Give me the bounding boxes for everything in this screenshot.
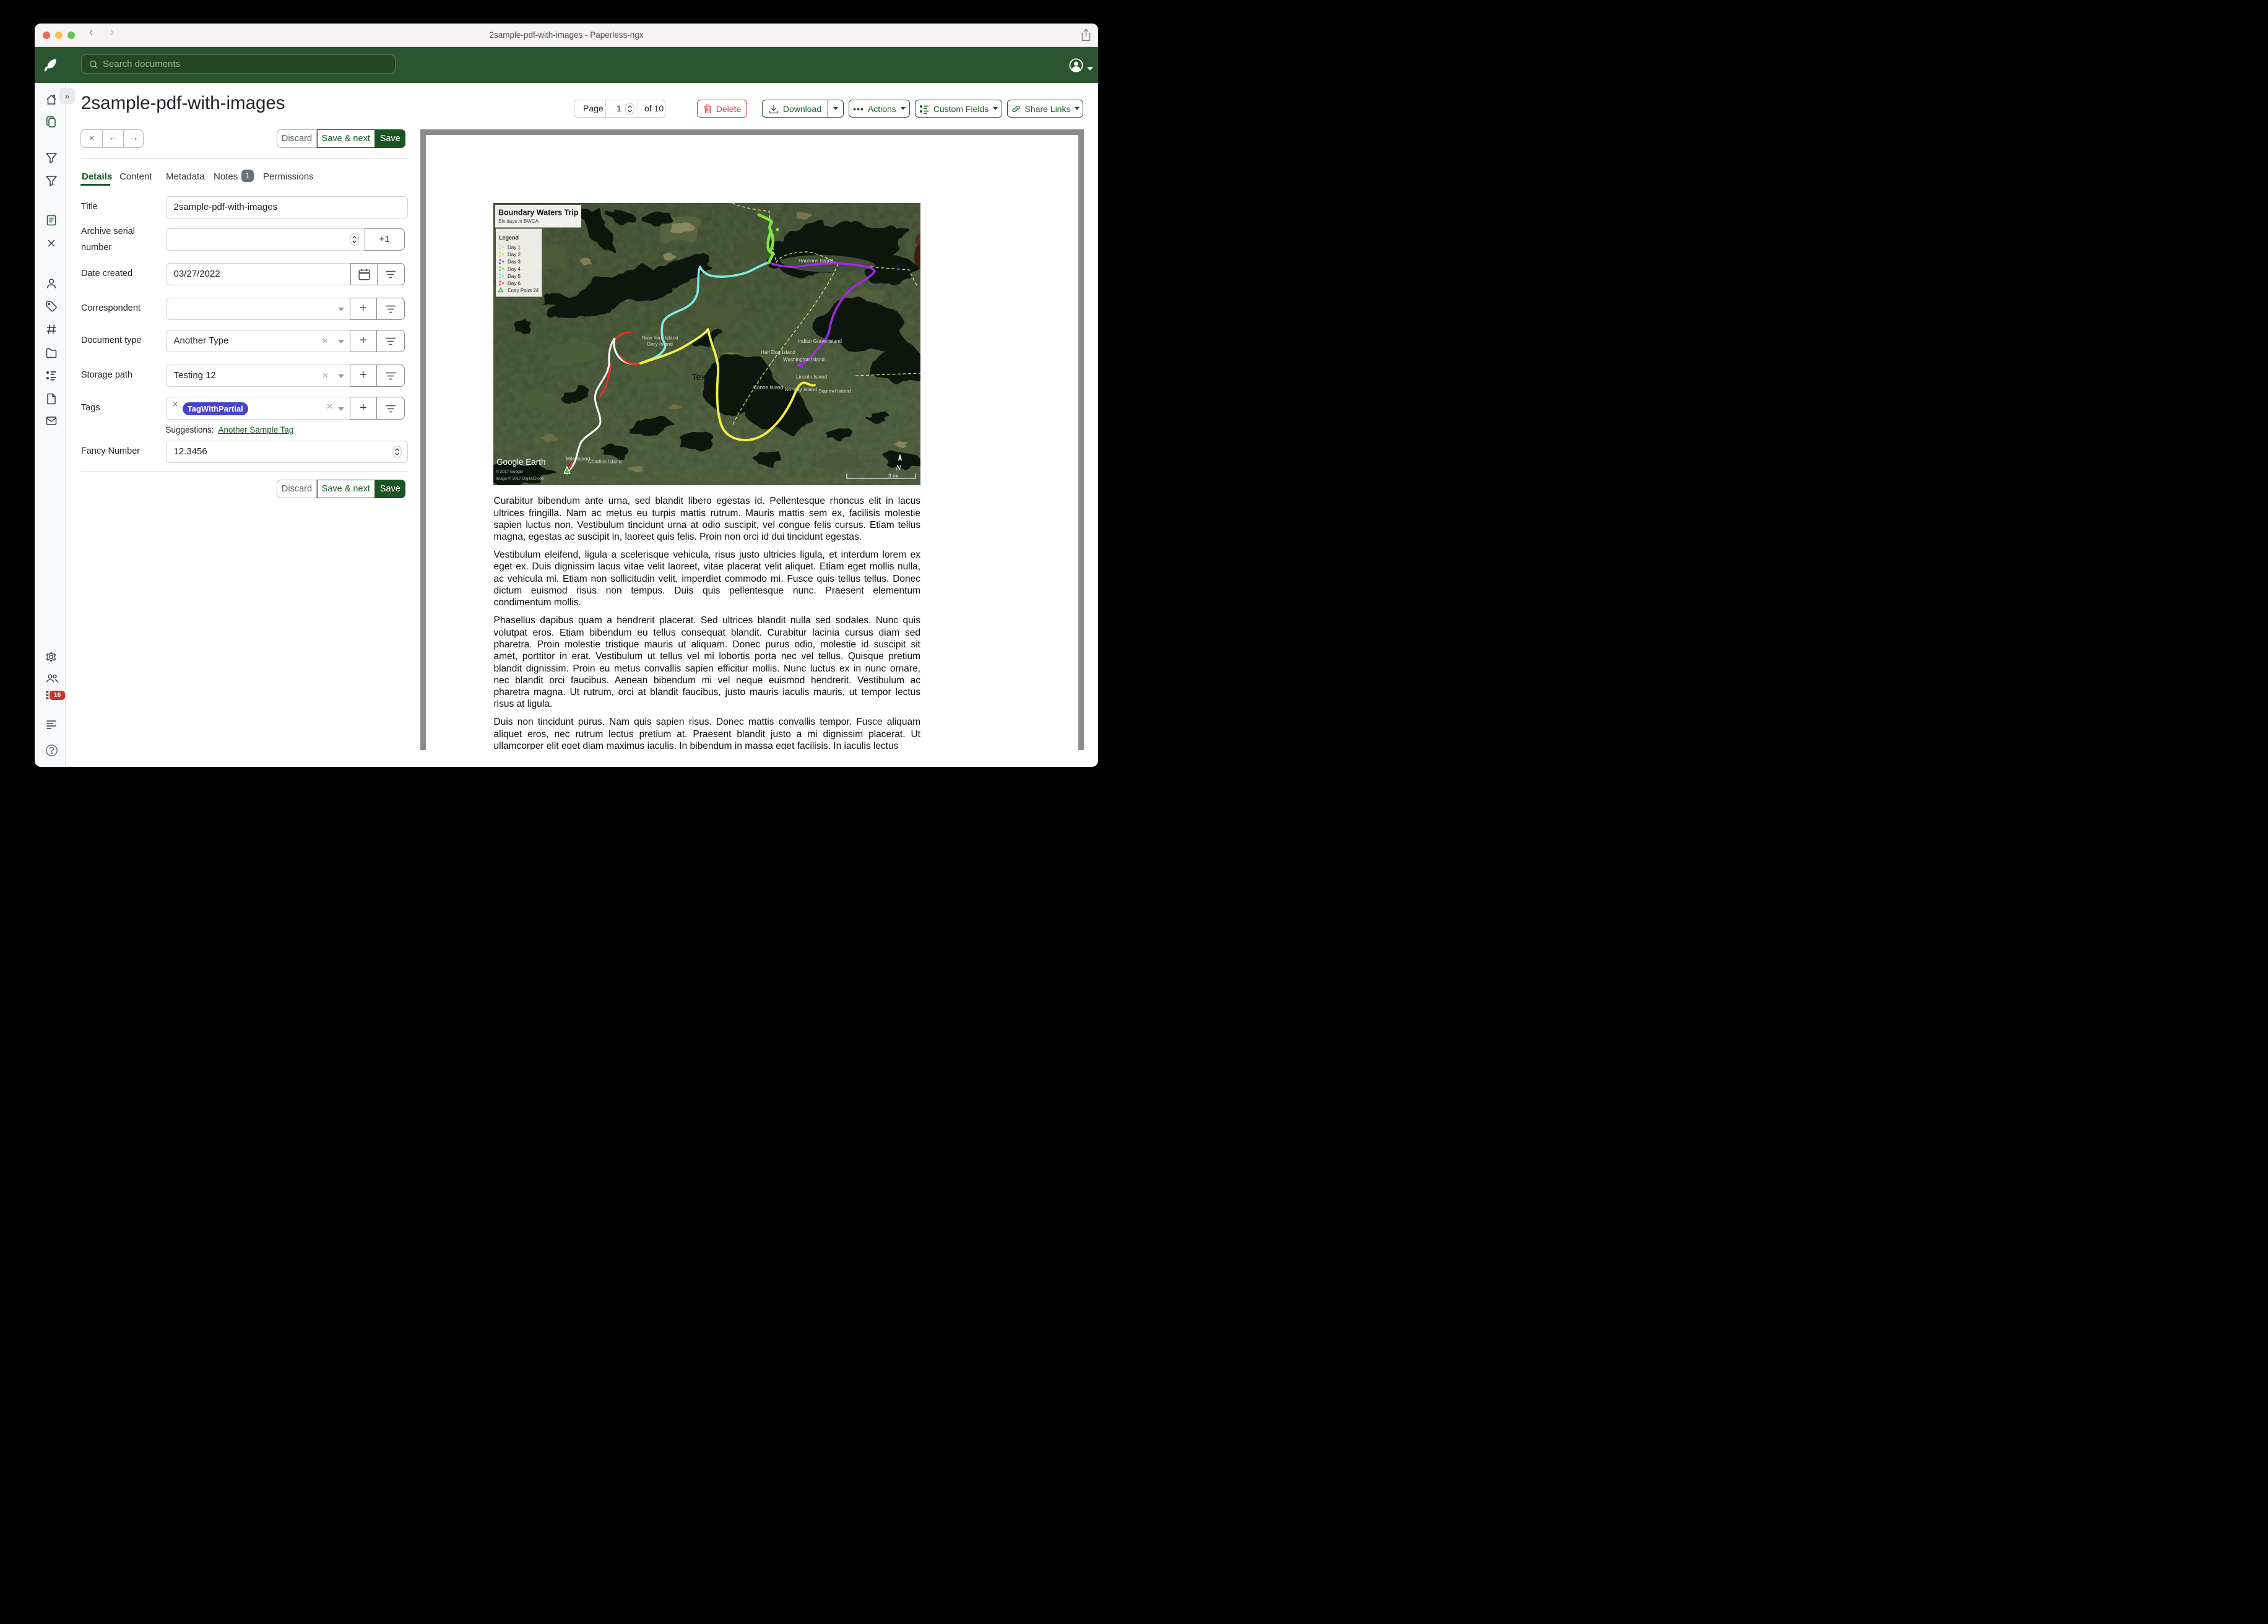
svg-text:N: N <box>895 463 902 472</box>
svg-text:Text: Text <box>691 372 709 382</box>
svg-text:New York Island: New York Island <box>642 335 678 341</box>
svg-text:© 2017 Google: © 2017 Google <box>496 469 523 474</box>
svg-text:Indian Grave Island: Indian Grave Island <box>798 339 842 344</box>
svg-text:Day 4: Day 4 <box>508 266 521 272</box>
svg-text:Charlies Island: Charlies Island <box>588 459 622 465</box>
svg-text:Six days in BWCA: Six days in BWCA <box>498 218 539 224</box>
svg-text:Legend: Legend <box>499 235 519 241</box>
svg-text:Day 3: Day 3 <box>508 259 521 265</box>
svg-text:Day 1: Day 1 <box>508 245 521 251</box>
svg-text:Hausons Island: Hausons Island <box>799 258 834 264</box>
svg-text:Mile Island: Mile Island <box>566 456 591 462</box>
svg-text:Gary Island: Gary Island <box>647 342 673 347</box>
svg-text:Canoe Island: Canoe Island <box>753 385 784 391</box>
svg-text:Half Dog Island: Half Dog Island <box>761 350 795 355</box>
svg-text:Image © 2017 DigitalGlobe: Image © 2017 DigitalGlobe <box>496 476 545 481</box>
svg-text:Norway Island: Norway Island <box>785 387 817 392</box>
svg-text:Squirrel Island: Squirrel Island <box>818 389 851 394</box>
svg-text:Washington Island: Washington Island <box>783 357 825 363</box>
svg-text:Google Earth: Google Earth <box>496 457 546 467</box>
svg-text:Lincoln Island: Lincoln Island <box>796 374 828 380</box>
svg-text:Day 2: Day 2 <box>508 252 521 257</box>
svg-text:Boundary Waters Trip: Boundary Waters Trip <box>498 209 579 217</box>
svg-text:Day 5: Day 5 <box>508 274 521 279</box>
svg-text:Entry Point 24: Entry Point 24 <box>508 288 539 293</box>
svg-text:Day 6: Day 6 <box>508 281 521 287</box>
svg-text:3 mi: 3 mi <box>888 473 898 479</box>
